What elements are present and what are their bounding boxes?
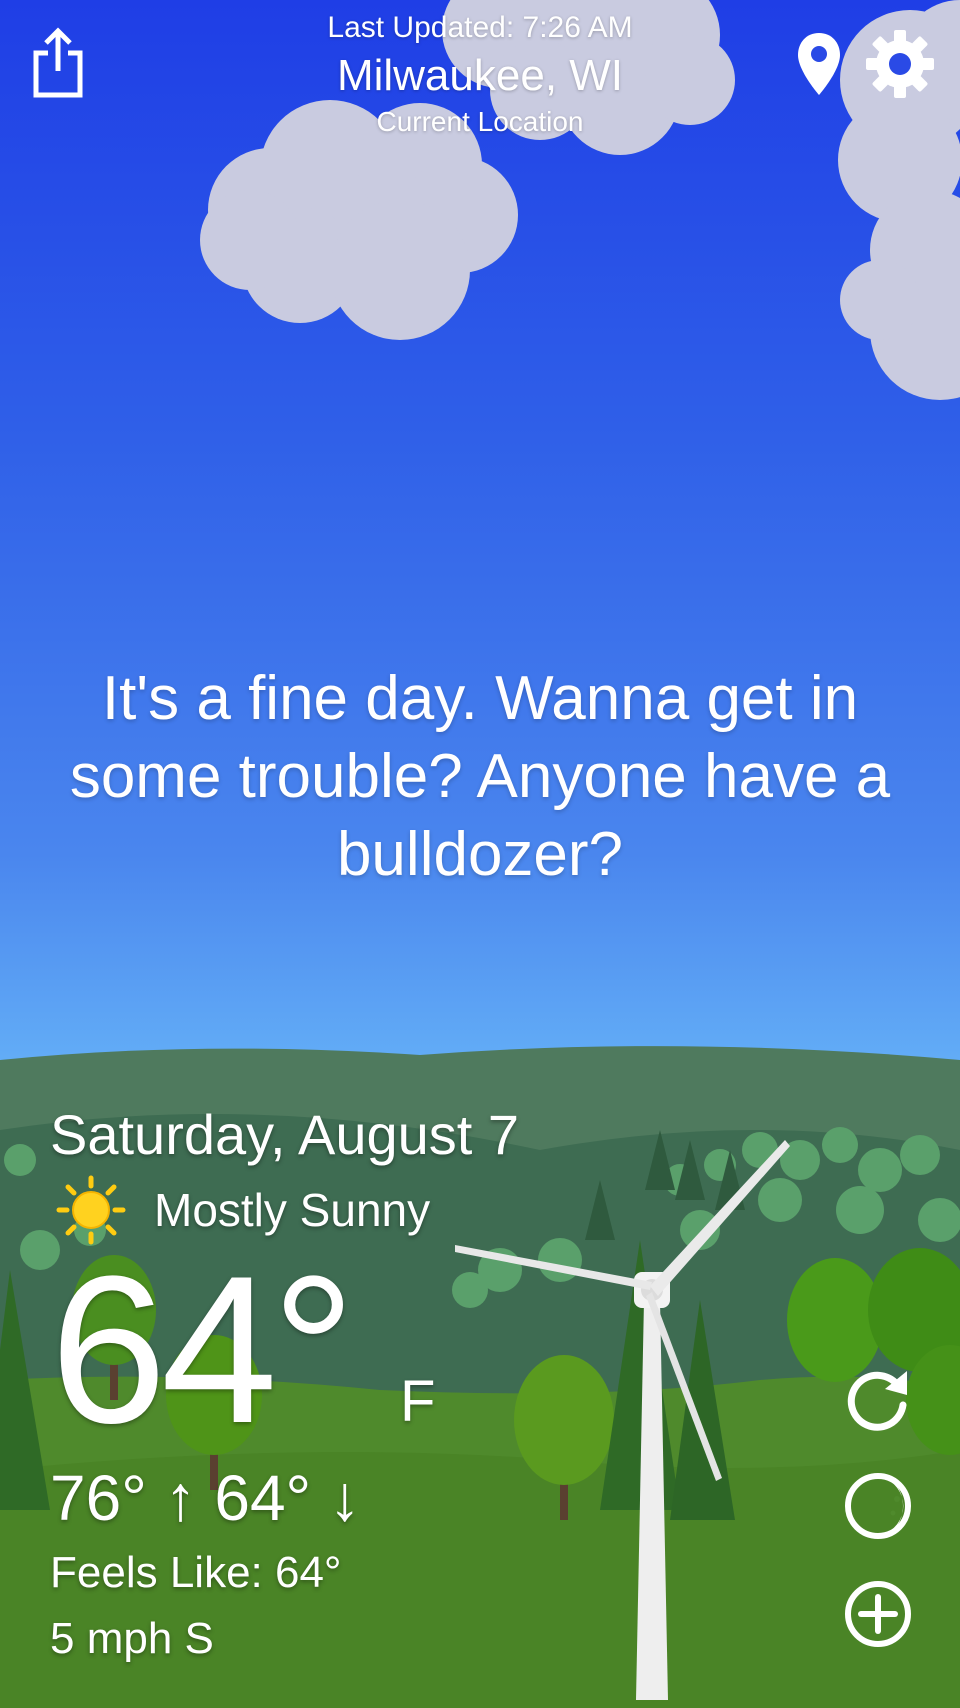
condition-text: Mostly Sunny bbox=[154, 1184, 431, 1236]
location-header: Last Updated: 7:26 AM Milwaukee, WI Curr… bbox=[180, 8, 780, 140]
date-label: Saturday, August 7 bbox=[50, 1103, 520, 1166]
moon-icon bbox=[845, 1473, 911, 1539]
refresh-button[interactable] bbox=[840, 1360, 916, 1436]
temperature-row: 64° F bbox=[50, 1245, 570, 1455]
high-low-temperature: 76° ↑ 64° ↓ bbox=[50, 1462, 361, 1534]
location-button[interactable] bbox=[790, 28, 848, 100]
top-bar: Last Updated: 7:26 AM Milwaukee, WI Curr… bbox=[0, 0, 960, 150]
location-pin-icon bbox=[798, 33, 840, 95]
refresh-icon bbox=[847, 1371, 907, 1431]
last-updated-text: Last Updated: 7:26 AM bbox=[327, 11, 633, 44]
location-subtitle: Current Location bbox=[376, 106, 584, 137]
weather-message: It's a fine day. Wanna get in some troub… bbox=[69, 664, 891, 889]
wind-text: 5 mph S bbox=[50, 1614, 214, 1663]
share-icon bbox=[33, 27, 83, 98]
temperature-value[interactable]: 64° bbox=[50, 1232, 356, 1467]
gear-icon bbox=[866, 30, 934, 98]
weather-panel: Saturday, August 7 Mostly Sunny 64° F 76… bbox=[50, 1100, 570, 1672]
moon-button[interactable] bbox=[840, 1468, 916, 1544]
location-name[interactable]: Milwaukee, WI bbox=[180, 48, 780, 104]
share-button[interactable] bbox=[26, 22, 90, 102]
add-circle-icon bbox=[845, 1581, 911, 1647]
add-location-button[interactable] bbox=[840, 1576, 916, 1652]
temperature-unit[interactable]: F bbox=[400, 1368, 435, 1435]
settings-button[interactable] bbox=[862, 26, 938, 102]
feels-like-text: Feels Like: 64° bbox=[50, 1548, 342, 1597]
